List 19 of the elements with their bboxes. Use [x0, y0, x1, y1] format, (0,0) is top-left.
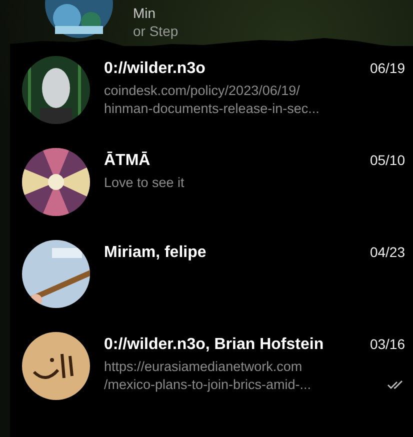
message-preview: or Step: [133, 22, 178, 40]
message-preview: https://eurasiamedianetwork.com: [104, 358, 304, 376]
message-preview: coindesk.com/policy/2023/06/19/: [104, 82, 301, 100]
message-preview: Love to see it: [104, 174, 184, 192]
chat-name: 0://wilder.n3o, Brian Hofstein: [104, 336, 324, 354]
chat-date: 03/16: [370, 336, 405, 352]
chat-date: 06/19: [370, 60, 405, 76]
chat-name: Miriam, felipe: [104, 244, 206, 262]
message-preview: hinman-documents-release-in-sec...: [104, 100, 320, 118]
chat-row[interactable]: ĀTMĀ 05/10 Love to see it: [10, 148, 413, 240]
chat-date: 05/10: [370, 152, 405, 168]
chat-row[interactable]: 0://wilder.n3o, Brian Hofstein 03/16 https://eurasiamedianetwork.com /mexico-plans-to-join-brics-amid-...: [10, 332, 413, 424]
message-preview: Min: [133, 4, 157, 22]
message-preview: /mexico-plans-to-join-brics-amid-...: [104, 376, 312, 394]
chat-row[interactable]: 0://wilder.n3o 06/19 coindesk.com/policy/2023/06/19/ hinman-documents-release-in-sec...: [10, 56, 413, 148]
chat-date: 04/23: [370, 244, 405, 260]
chat-name: 0://wilder.n3o: [104, 60, 206, 78]
chat-name: ĀTMĀ: [104, 152, 150, 170]
chat-row[interactable]: Miriam, felipe 04/23: [10, 240, 413, 332]
